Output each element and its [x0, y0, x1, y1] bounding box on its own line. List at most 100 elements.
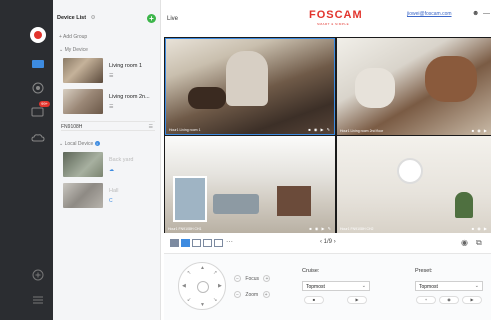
device-thumbnail — [63, 183, 103, 208]
tab-live[interactable]: Live — [167, 16, 178, 22]
device-thumbnail — [63, 152, 103, 177]
camera-device-figure — [397, 158, 423, 184]
add-group-link[interactable]: + Add Group — [59, 34, 87, 40]
loading-icon: C — [109, 198, 113, 204]
nvr-device-row[interactable]: FN9108H ☰ — [61, 121, 155, 131]
camera-view[interactable]: Hour1 Living room 1 ■ ◉ ▶ ✎ — [165, 38, 335, 135]
person-figure — [226, 51, 268, 106]
layout-1-icon[interactable] — [170, 239, 179, 247]
user-icon[interactable]: ☻ — [472, 10, 479, 17]
next-page-icon[interactable]: › — [334, 239, 336, 245]
zoom-control: − Zoom + — [234, 291, 270, 298]
logo-icon — [30, 27, 46, 43]
preset-delete-button[interactable]: ◉ — [439, 296, 459, 304]
device-item[interactable]: Living room 2n... ☰ — [63, 89, 159, 114]
window-figure — [173, 176, 207, 222]
ptz-control-panel: ▲ ▼ ◀ ▶ ↖ ↗ ↙ ↘ − Focus + − Zoom + Cruis… — [164, 253, 491, 320]
fullscreen-icon[interactable]: ⧉ — [476, 238, 482, 248]
playback-icon[interactable] — [31, 82, 45, 94]
camera-grid: Hour1 Living room 1 ■ ◉ ▶ ✎ Hour1 Living… — [164, 37, 491, 233]
focus-plus-button[interactable]: + — [263, 275, 271, 282]
minimize-icon[interactable]: — — [483, 10, 490, 17]
camera-tools[interactable]: ■ ◉ ▶ ✎ — [309, 226, 332, 231]
arrow-up-left-icon[interactable]: ↖ — [187, 270, 191, 276]
chevron-down-icon: ⌄ — [361, 283, 366, 289]
trash-icon[interactable]: ☰ — [149, 124, 153, 130]
cruise-start-button[interactable]: ▶ — [347, 296, 367, 304]
sofa-figure — [213, 194, 259, 214]
arrow-up-icon[interactable]: ▲ — [200, 265, 205, 271]
device-list-panel: Device List ⚙ + + Add Group ⌄ My Device … — [53, 0, 161, 320]
message-icon[interactable] — [31, 106, 45, 118]
arrow-up-right-icon[interactable]: ↗ — [213, 270, 217, 276]
device-status-icon: ☰ — [109, 104, 114, 110]
camera-tools[interactable]: ■ ◉ ▶ — [472, 128, 488, 133]
notification-badge: 99+ — [39, 101, 50, 107]
arrow-left-icon[interactable]: ◀ — [182, 283, 186, 289]
camera-caption: Hour1 FN9108H CH1 — [168, 227, 202, 231]
layout-8-icon[interactable] — [203, 239, 212, 247]
arrow-down-icon[interactable]: ▼ — [200, 302, 205, 308]
arrow-down-left-icon[interactable]: ↙ — [187, 297, 191, 303]
settings-gear-icon[interactable]: ⚙ — [91, 15, 96, 21]
arrow-right-icon[interactable]: ▶ — [218, 283, 222, 289]
preset-value: Topmost — [419, 284, 438, 290]
layout-9-icon[interactable] — [214, 239, 223, 247]
camera-view[interactable]: Hour1 FN9108H CH2 ■ ◉ ▶ — [337, 136, 491, 233]
add-device-button[interactable]: + — [147, 14, 156, 23]
cloud-icon[interactable] — [31, 132, 45, 144]
device-list-header: Device List ⚙ + — [57, 14, 161, 27]
user-account-link[interactable]: jiowei@foscam.com — [407, 11, 452, 17]
my-device-label: My Device — [64, 47, 88, 53]
focus-label: Focus — [245, 275, 260, 282]
record-all-icon[interactable]: ◉ — [461, 238, 468, 247]
device-name: Back yard — [109, 157, 134, 163]
brand-tagline: SMART & SIMPLE — [317, 22, 350, 26]
camera-view[interactable]: Hour1 Living room 2nd floor ■ ◉ ▶ — [337, 38, 491, 135]
camera-tools[interactable]: ■ ◉ ▶ — [472, 226, 488, 231]
device-item[interactable]: Living room 1 ☰ — [63, 58, 159, 83]
ptz-joystick[interactable]: ▲ ▼ ◀ ▶ ↖ ↗ ↙ ↘ — [178, 262, 226, 310]
focus-minus-button[interactable]: − — [234, 275, 241, 282]
preset-add-button[interactable]: + — [416, 296, 436, 304]
layout-6-icon[interactable] — [192, 239, 201, 247]
preset-go-button[interactable]: ▶ — [462, 296, 482, 304]
ptz-center-button[interactable] — [197, 281, 209, 293]
camera-caption: Hour1 Living room 1 — [169, 128, 201, 132]
focus-control: − Focus + — [234, 275, 271, 282]
device-thumbnail — [63, 89, 103, 114]
local-device-group[interactable]: ⌄ Local Device i — [59, 141, 100, 147]
camera-tools[interactable]: ■ ◉ ▶ ✎ — [308, 127, 331, 132]
chevron-down-icon: ⌄ — [59, 141, 64, 147]
cruise-label: Cruise: — [302, 268, 320, 274]
local-device-label: Local Device — [64, 141, 94, 147]
more-layouts-icon[interactable]: ⋯ — [226, 238, 233, 246]
device-thumbnail — [63, 58, 103, 83]
device-list-title: Device List — [57, 15, 87, 21]
menu-icon[interactable] — [31, 294, 45, 306]
prev-page-icon[interactable]: ‹ — [320, 239, 322, 245]
my-device-group[interactable]: ⌄ My Device — [59, 47, 88, 53]
device-item[interactable]: Back yard ☁ — [63, 152, 159, 177]
cloud-status-icon: ☁ — [109, 167, 114, 173]
cruise-select[interactable]: Topmost ⌄ — [302, 281, 370, 291]
zoom-minus-button[interactable]: − — [234, 291, 241, 298]
dog-figure — [188, 87, 226, 109]
nvr-device-name: FN9108H — [61, 124, 83, 130]
cruise-value: Topmost — [306, 284, 325, 290]
zoom-plus-button[interactable]: + — [262, 291, 270, 298]
cruise-stop-button[interactable]: ■ — [304, 296, 324, 304]
add-circle-icon[interactable] — [31, 269, 45, 281]
plant-figure — [455, 192, 473, 218]
arrow-down-right-icon[interactable]: ↘ — [213, 297, 217, 303]
fireplace-figure — [277, 186, 311, 216]
monitor-icon[interactable] — [31, 58, 45, 70]
preset-select[interactable]: Topmost ⌄ — [415, 281, 483, 291]
layout-4-icon[interactable] — [181, 239, 190, 247]
chevron-down-icon: ⌄ — [474, 283, 479, 289]
top-bar: Live FOSCAM SMART & SIMPLE jiowei@foscam… — [161, 0, 491, 37]
device-status-icon: ☰ — [109, 73, 114, 79]
camera-view[interactable]: Hour1 FN9108H CH1 ■ ◉ ▶ ✎ — [165, 136, 335, 233]
camera-caption: Hour1 Living room 2nd floor — [340, 129, 384, 133]
device-item[interactable]: Hall C — [63, 183, 159, 208]
